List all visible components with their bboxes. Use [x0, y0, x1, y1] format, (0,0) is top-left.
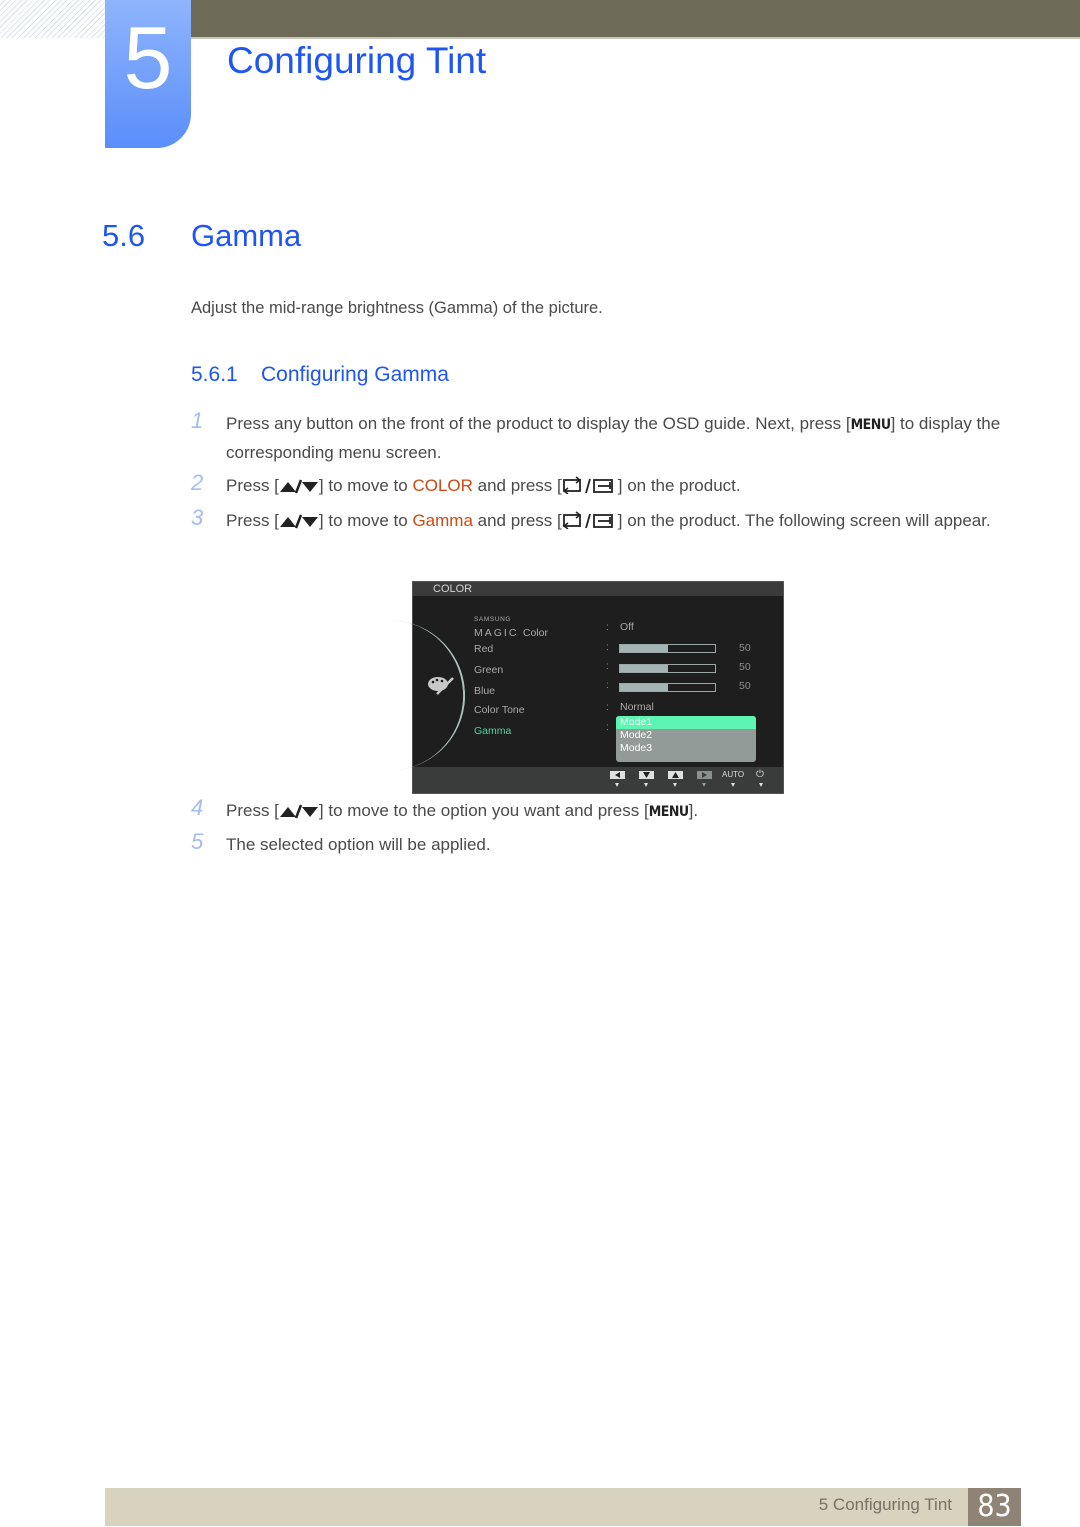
section-title: Gamma — [191, 218, 302, 253]
highlight-color: COLOR — [412, 476, 473, 495]
osd-colon: : — [606, 642, 609, 653]
blue-level-bar — [619, 683, 716, 692]
menu-key-icon: MENU — [648, 804, 689, 820]
gamma-option-mode1: Mode1 — [616, 716, 756, 729]
green-value: 50 — [739, 661, 751, 673]
footer-chapter-label: 5 Configuring Tint — [818, 1495, 952, 1514]
osd-item-gamma: Gamma — [474, 725, 512, 737]
right-button-icon — [697, 771, 712, 779]
osd-item-blue: Blue — [474, 685, 496, 697]
blue-value: 50 — [739, 680, 751, 692]
source-enter-icon — [562, 475, 618, 503]
step-text: ] on the product. — [617, 476, 741, 495]
osd-header: COLOR — [413, 582, 783, 596]
gamma-options-dropdown: Mode1 Mode2 Mode3 — [616, 716, 756, 762]
auto-button-label: AUTO — [722, 770, 745, 779]
step-number: 5 — [191, 829, 204, 854]
step-text: ]. — [688, 801, 699, 820]
chapter-title: Configuring Tint — [227, 40, 487, 81]
step-text: Press [ — [226, 511, 279, 530]
corner-hatch-decoration — [0, 0, 105, 38]
palette-icon — [427, 674, 455, 701]
osd-item-label: Color — [522, 627, 548, 639]
step-text: ] on the product. The following screen w… — [617, 511, 991, 530]
chapter-number: 5 — [123, 8, 173, 107]
step-5: 5 The selected option will be applied. — [191, 829, 1011, 859]
osd-colon: : — [606, 680, 609, 691]
step-text: Press [ — [226, 801, 279, 820]
step-text: ] to move to — [318, 511, 413, 530]
step-number: 2 — [191, 470, 204, 495]
step-text: The selected option will be applied. — [226, 835, 491, 854]
osd-button-guide: AUTO ⏻ — [413, 767, 783, 793]
osd-menu-screenshot: COLOR SAMSUNG MAGIC Color : Off Red : 50… — [377, 581, 784, 794]
osd-header-title: COLOR — [433, 583, 473, 595]
up-down-arrow-icon — [279, 475, 319, 503]
header-bar — [105, 0, 1080, 39]
osd-arc-decoration — [377, 615, 471, 771]
section-intro: Adjust the mid-range brightness (Gamma) … — [191, 299, 603, 317]
down-button-icon — [639, 771, 654, 779]
power-icon: ⏻ — [756, 769, 764, 780]
red-value: 50 — [739, 642, 751, 654]
step-number: 3 — [191, 505, 204, 530]
indicator-arrow-icon — [731, 783, 735, 787]
indicator-arrow-icon — [702, 783, 706, 787]
green-level-bar — [619, 664, 716, 673]
step-text: and press [ — [472, 476, 562, 495]
green-level-fill — [620, 665, 668, 672]
step-1: 1 Press any button on the front of the p… — [191, 408, 1011, 467]
menu-key-icon: MENU — [850, 417, 891, 433]
section-number: 5.6 — [102, 218, 146, 253]
red-level-bar — [619, 644, 716, 653]
step-4: 4 Press [ ] to move to the option you wan… — [191, 795, 1011, 828]
chapter-badge: 5 — [105, 0, 191, 148]
highlight-gamma: Gamma — [412, 511, 473, 530]
indicator-arrow-icon — [644, 783, 648, 787]
red-level-fill — [620, 645, 668, 652]
indicator-arrow-icon — [615, 783, 619, 787]
indicator-arrow-icon — [759, 783, 763, 787]
osd-colon: : — [606, 702, 609, 713]
source-enter-icon — [562, 510, 618, 538]
step-3: 3 Press [ ] to move to Gamma and press []… — [191, 505, 1011, 538]
step-text: ] to move to the option you want and pre… — [318, 801, 649, 820]
step-text: ] to move to — [318, 476, 413, 495]
subsection-title: Configuring Gamma — [261, 363, 449, 386]
samsung-brand: SAMSUNG — [474, 616, 512, 623]
magic-word: MAGIC — [474, 627, 519, 639]
gamma-option-mode3: Mode3 — [620, 742, 653, 754]
step-text: Press [ — [226, 476, 279, 495]
osd-colon: : — [606, 622, 609, 633]
osd-item-magic-color: SAMSUNG MAGIC Color — [474, 616, 548, 641]
osd-item-green: Green — [474, 664, 504, 676]
step-number: 1 — [191, 408, 204, 433]
blue-level-fill — [620, 684, 668, 691]
indicator-arrow-icon — [673, 783, 677, 787]
osd-colon: : — [606, 661, 609, 672]
step-text: Press any button on the front of the pro… — [226, 414, 851, 433]
osd-colon: : — [606, 722, 609, 733]
up-down-arrow-icon — [279, 800, 319, 828]
left-button-icon — [610, 771, 625, 779]
step-number: 4 — [191, 795, 204, 820]
osd-value-color-tone: Normal — [620, 701, 654, 713]
osd-value-magic-color: Off — [620, 621, 634, 633]
step-2: 2 Press [ ] to move to COLOR and press []… — [191, 470, 1011, 503]
osd-item-color-tone: Color Tone — [474, 704, 525, 716]
osd-item-red: Red — [474, 643, 494, 655]
page-number: 83 — [968, 1488, 1021, 1526]
step-text: and press [ — [472, 511, 562, 530]
up-down-arrow-icon — [279, 510, 319, 538]
subsection-number: 5.6.1 — [191, 363, 238, 386]
up-button-icon — [668, 771, 683, 779]
gamma-option-mode2: Mode2 — [620, 729, 653, 741]
